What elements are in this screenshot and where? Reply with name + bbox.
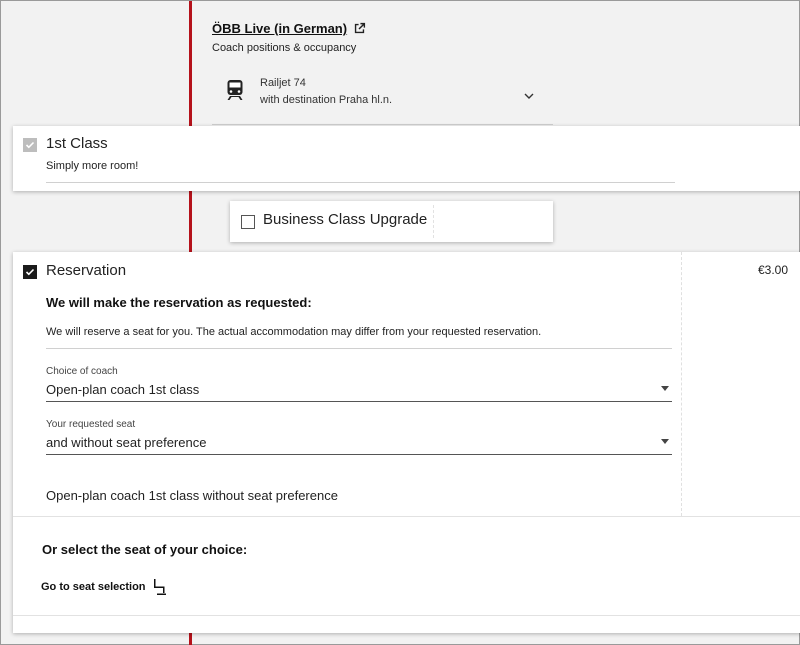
train-name: Railjet 74 <box>260 77 306 89</box>
seat-choice-heading: Or select the seat of your choice: <box>42 542 248 557</box>
train-icon <box>226 79 244 101</box>
reservation-price: €3.00 <box>757 263 788 277</box>
coach-select[interactable]: Choice of coach Open-plan coach 1st clas… <box>46 366 672 402</box>
divider <box>13 516 800 517</box>
seat-preference-select[interactable]: Your requested seat and without seat pre… <box>46 419 672 455</box>
chevron-down-icon[interactable] <box>524 88 534 99</box>
reservation-summary: Open-plan coach 1st class without seat p… <box>46 488 338 503</box>
dropdown-caret-icon[interactable] <box>661 439 669 444</box>
train-destination: with destination Praha hl.n. <box>260 94 393 106</box>
divider <box>681 252 682 516</box>
divider <box>13 615 800 616</box>
reservation-label: Reservation <box>46 262 127 279</box>
dropdown-caret-icon[interactable] <box>661 386 669 391</box>
seat-selection-link[interactable]: Go to seat selection <box>41 578 168 596</box>
seat-select-value[interactable]: and without seat preference <box>46 435 206 450</box>
business-upgrade-checkbox[interactable] <box>241 215 255 229</box>
first-class-label: 1st Class <box>46 135 108 152</box>
obb-live-subtitle: Coach positions & occupancy <box>212 42 357 54</box>
seat-select-label: Your requested seat <box>46 419 136 430</box>
train-selector[interactable]: Railjet 74 with destination Praha hl.n. <box>212 67 553 125</box>
reservation-card: Reservation €3.00 We will make the reser… <box>13 252 800 633</box>
divider <box>46 182 675 183</box>
coach-select-value[interactable]: Open-plan coach 1st class <box>46 382 199 397</box>
business-upgrade-label[interactable]: Business Class Upgrade <box>263 211 427 228</box>
obb-live-link-label[interactable]: ÖBB Live (in German) <box>212 21 347 36</box>
reservation-checkbox[interactable] <box>23 265 37 279</box>
external-link-icon[interactable] <box>353 22 366 35</box>
checkmark-icon <box>25 268 35 276</box>
reservation-heading: We will make the reservation as requeste… <box>46 295 312 310</box>
first-class-checkbox[interactable] <box>23 138 37 152</box>
seat-icon[interactable] <box>152 578 168 596</box>
coach-select-label: Choice of coach <box>46 366 118 377</box>
first-class-subtitle: Simply more room! <box>46 160 139 172</box>
business-upgrade-card: Business Class Upgrade <box>230 201 553 242</box>
reservation-description: We will reserve a seat for you. The actu… <box>46 326 542 338</box>
divider <box>433 205 434 238</box>
divider <box>46 348 672 349</box>
obb-live-link[interactable]: ÖBB Live (in German) <box>212 21 366 36</box>
checkmark-icon <box>25 141 35 149</box>
first-class-card: 1st Class Simply more room! <box>13 126 800 191</box>
obb-live-block: ÖBB Live (in German) Coach positions & o… <box>212 21 366 54</box>
seat-selection-link-label[interactable]: Go to seat selection <box>41 581 146 593</box>
